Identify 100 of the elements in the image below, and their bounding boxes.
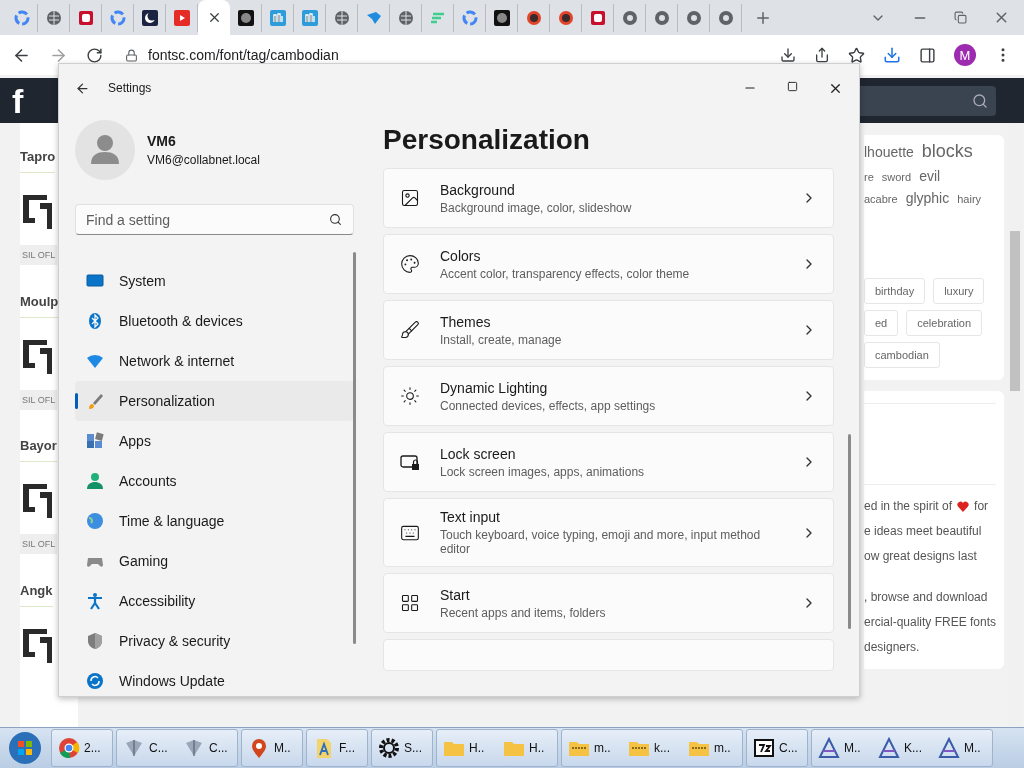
nav-item[interactable]: Privacy & security xyxy=(75,621,354,661)
bookmark-star-icon[interactable] xyxy=(848,46,865,64)
card-subtitle: Recent apps and items, folders xyxy=(440,605,607,620)
tag-link[interactable]: evil xyxy=(919,168,941,184)
tag-chip[interactable]: celebration xyxy=(906,310,983,336)
reload-icon[interactable] xyxy=(86,46,103,64)
tag-chip[interactable]: cambodian xyxy=(864,342,940,368)
tag-chip[interactable]: ed xyxy=(864,310,899,336)
chrome-icon xyxy=(653,9,670,26)
card-title: Text input xyxy=(440,509,501,525)
globe-icon xyxy=(397,9,414,26)
taskbar-button[interactable]: 2... xyxy=(52,730,112,766)
address-field[interactable]: fontsc.com/font/tag/cambodian xyxy=(148,47,339,63)
nav-item[interactable]: Windows Update xyxy=(75,661,354,701)
maximize-icon[interactable] xyxy=(787,80,798,92)
card-subtitle: Lock screen images, apps, animations xyxy=(440,464,646,479)
nav-item[interactable]: Network & internet xyxy=(75,341,354,381)
about-text: e ideas meet beautiful xyxy=(864,523,983,540)
tag-chip[interactable]: luxury xyxy=(933,278,985,304)
taskbar-button[interactable]: M.. xyxy=(812,730,872,766)
nav-item[interactable]: Bluetooth & devices xyxy=(75,301,354,341)
tag-link[interactable]: lhouette xyxy=(864,144,914,160)
nav-item[interactable]: Accounts xyxy=(75,461,354,501)
tag-link[interactable]: re xyxy=(864,171,874,183)
selection-indicator xyxy=(75,393,78,409)
card-title: Background xyxy=(440,181,516,198)
download-icon[interactable] xyxy=(883,46,901,64)
tag-link[interactable]: glyphic xyxy=(905,190,950,206)
settings-card[interactable]: Colors Accent color, transparency effects, color theme xyxy=(383,234,834,294)
card-subtitle: Accent color, transparency effects, color theme xyxy=(440,266,691,281)
taskbar-button[interactable]: K... xyxy=(872,730,932,766)
frame-icon xyxy=(77,9,94,26)
nav-item[interactable]: Time & language xyxy=(75,501,354,541)
license-label: SIL OFL xyxy=(20,245,58,265)
archiver-icon xyxy=(753,737,775,759)
scroll-thumb[interactable] xyxy=(848,434,851,629)
nav-item[interactable]: Personalization xyxy=(75,381,354,421)
monitor-icon xyxy=(86,272,104,290)
lock-icon xyxy=(125,48,138,62)
palette-icon xyxy=(400,254,420,274)
taskbar-button[interactable]: m.. xyxy=(562,730,622,766)
license-label: SIL OFL xyxy=(20,534,58,554)
taskbar-button[interactable]: M.. xyxy=(932,730,992,766)
vector-app-icon xyxy=(938,737,960,759)
nav-item[interactable]: Apps xyxy=(75,421,354,461)
taskbar-button[interactable]: H.. xyxy=(497,730,557,766)
settings-card[interactable]: Start Recent apps and items, folders xyxy=(383,573,834,633)
card-subtitle: Install, create, manage xyxy=(440,332,563,347)
taskbar-button[interactable]: C... xyxy=(177,730,237,766)
tag-link[interactable]: acabre xyxy=(864,193,898,205)
card-title: Colors xyxy=(440,247,482,264)
profile-avatar[interactable]: M xyxy=(954,44,976,66)
install-icon[interactable] xyxy=(780,47,796,63)
tag-link[interactable]: hairy xyxy=(957,193,982,205)
settings-card[interactable]: Text input Touch keyboard, voice typing, emoji and more, input method editor xyxy=(383,498,834,567)
nav-item[interactable]: System xyxy=(75,261,354,301)
scroll-thumb[interactable] xyxy=(1010,231,1020,391)
taskbar-button[interactable]: m.. xyxy=(682,730,742,766)
bird-icon xyxy=(365,9,382,26)
tag-link[interactable]: blocks xyxy=(921,141,973,162)
taskbar-button[interactable]: F... xyxy=(307,730,367,766)
nav-item[interactable]: Accessibility xyxy=(75,581,354,621)
taskbar-button[interactable]: k... xyxy=(622,730,682,766)
site-logo[interactable]: f xyxy=(12,83,24,118)
settings-card[interactable]: Themes Install, create, manage xyxy=(383,300,834,360)
light-icon xyxy=(400,386,420,406)
settings-card[interactable]: Background Background image, color, slideshow xyxy=(383,168,834,228)
start-menu-icon xyxy=(400,593,420,613)
tag-link[interactable]: sword xyxy=(881,171,912,183)
restore-icon[interactable] xyxy=(954,11,967,24)
settings-card[interactable]: Lock screen Lock screen images, apps, animations xyxy=(383,432,834,492)
accessibility-icon xyxy=(86,592,104,610)
font-title[interactable]: Bayor xyxy=(20,438,57,462)
start-orb-icon[interactable] xyxy=(8,731,42,765)
nav-scrollbar[interactable] xyxy=(353,252,356,644)
taskbar-button[interactable]: C... xyxy=(747,730,807,766)
settings-card[interactable]: Dynamic Lighting Connected devices, effects, app settings xyxy=(383,366,834,426)
brush-icon xyxy=(400,320,420,340)
about-text: designers. xyxy=(864,639,921,656)
back-icon[interactable] xyxy=(75,80,90,96)
taskbar-button[interactable]: C... xyxy=(117,730,177,766)
vector-app-icon xyxy=(818,737,840,759)
card-title: Start xyxy=(440,586,471,603)
font-title[interactable]: Tapro xyxy=(20,149,56,173)
side-panel-icon[interactable] xyxy=(919,46,936,64)
about-text: ed in the spirit of xyxy=(864,498,953,515)
share-icon[interactable] xyxy=(814,47,830,63)
nav-item[interactable]: Gaming xyxy=(75,541,354,581)
taskbar-button[interactable]: H.. xyxy=(437,730,497,766)
search-icon[interactable] xyxy=(972,92,988,109)
taskbar-button[interactable]: S... xyxy=(372,730,432,766)
user-name: VM6 xyxy=(147,133,177,149)
font-title[interactable]: Angk xyxy=(20,582,53,607)
search-icon[interactable] xyxy=(329,213,342,226)
bluetooth-icon xyxy=(86,312,104,330)
ring-icon xyxy=(13,9,30,26)
window-title: Settings xyxy=(108,81,152,95)
tag-chip[interactable]: birthday xyxy=(864,278,926,304)
taskbar-button[interactable]: M.. xyxy=(242,730,302,766)
search-field[interactable]: Find a setting xyxy=(75,204,354,235)
